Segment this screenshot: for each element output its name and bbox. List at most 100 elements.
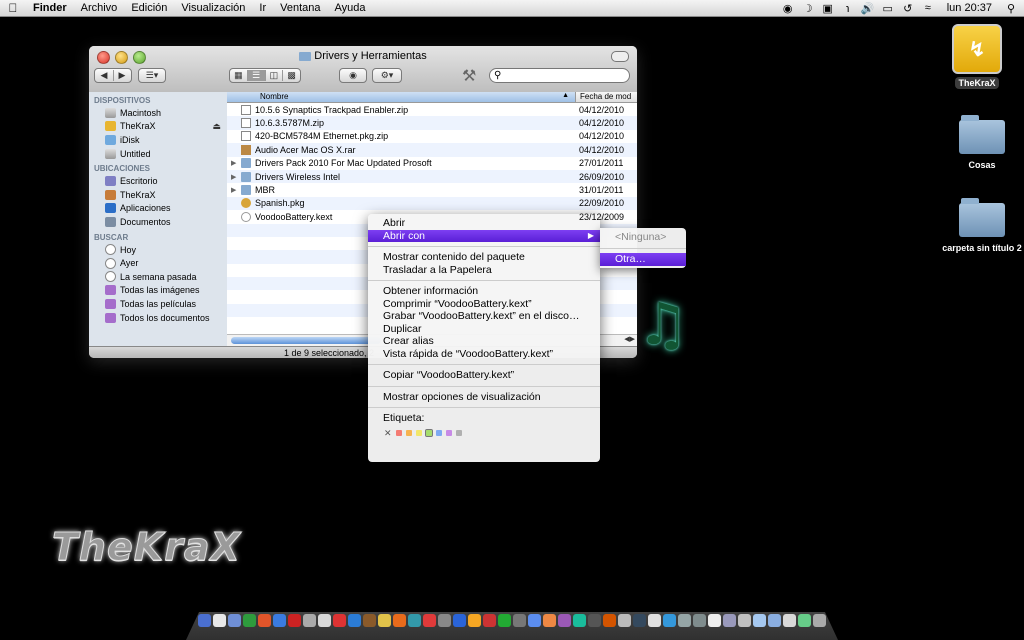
label-color-swatch[interactable] bbox=[446, 430, 452, 436]
dock-app-icon[interactable] bbox=[783, 614, 796, 627]
sidebar-item[interactable]: Untitled bbox=[89, 147, 227, 161]
dock-app-icon[interactable] bbox=[288, 614, 301, 627]
dock-app-icon[interactable] bbox=[273, 614, 286, 627]
context-menu-item[interactable]: Vista rápida de “VoodooBattery.kext” bbox=[368, 348, 600, 361]
dock-app-icon[interactable] bbox=[303, 614, 316, 627]
dock-app-icon[interactable] bbox=[573, 614, 586, 627]
dock-app-icon[interactable] bbox=[498, 614, 511, 627]
dock-app-icon[interactable] bbox=[228, 614, 241, 627]
dock-app-icon[interactable] bbox=[198, 614, 211, 627]
sidebar-item[interactable]: TheKraX bbox=[89, 188, 227, 202]
keyboard-icon[interactable]: ▣ bbox=[821, 2, 835, 15]
dock-app-icon[interactable] bbox=[483, 614, 496, 627]
dock-app-icon[interactable] bbox=[588, 614, 601, 627]
dock-app-icon[interactable] bbox=[258, 614, 271, 627]
volume-icon[interactable]: 🔊 bbox=[861, 2, 875, 15]
dock-app-icon[interactable] bbox=[813, 614, 826, 627]
label-color-swatch[interactable] bbox=[396, 430, 402, 436]
time-machine-icon[interactable]: ↺ bbox=[901, 2, 915, 15]
file-row[interactable]: 10.6.3.5787M.zip 04/12/2010 bbox=[227, 116, 637, 130]
clock[interactable]: lun 20:37 bbox=[941, 2, 998, 14]
dock-app-icon[interactable] bbox=[378, 614, 391, 627]
file-row[interactable]: Spanish.pkg 22/09/2010 bbox=[227, 196, 637, 211]
label-color-swatch[interactable] bbox=[436, 430, 442, 436]
context-menu-item[interactable]: Comprimir “VoodooBattery.kext” bbox=[368, 298, 600, 311]
context-menu-item[interactable]: Duplicar bbox=[368, 323, 600, 336]
remove-label-icon[interactable]: ✕ bbox=[384, 428, 392, 439]
dock-app-icon[interactable] bbox=[318, 614, 331, 627]
dock-app-icon[interactable] bbox=[513, 614, 526, 627]
battery-icon[interactable]: ▭ bbox=[881, 2, 895, 15]
dock-app-icon[interactable] bbox=[408, 614, 421, 627]
desktop-folder-untitled[interactable]: carpeta sin título 2 bbox=[942, 198, 1022, 253]
menu-edicion[interactable]: Edición bbox=[124, 2, 174, 14]
label-color-swatch[interactable] bbox=[425, 429, 433, 437]
menu-finder[interactable]: Finder bbox=[26, 2, 74, 14]
dock-app-icon[interactable] bbox=[423, 614, 436, 627]
sidebar-section-heading[interactable]: DISPOSITIVOS bbox=[89, 92, 227, 106]
column-header-name[interactable]: Nombre ▲ bbox=[227, 92, 575, 102]
moon-icon[interactable]: ☽ bbox=[801, 2, 815, 15]
sidebar-item[interactable]: Hoy bbox=[89, 243, 227, 257]
sidebar-item[interactable]: Documentos bbox=[89, 215, 227, 229]
scroll-thumb[interactable] bbox=[231, 337, 381, 344]
dock-app-icon[interactable] bbox=[453, 614, 466, 627]
back-button[interactable]: ◀ bbox=[96, 70, 113, 81]
dock-app-icon[interactable] bbox=[693, 614, 706, 627]
sidebar-item[interactable]: iDisk bbox=[89, 133, 227, 147]
sidebar-item[interactable]: Todas las imágenes bbox=[89, 284, 227, 298]
sidebar-item[interactable]: Todas las películas bbox=[89, 297, 227, 311]
submenu-other-item[interactable]: Otra… bbox=[600, 253, 686, 266]
dock-app-icon[interactable] bbox=[543, 614, 556, 627]
tools-icon[interactable]: ⚒ bbox=[462, 66, 476, 86]
wifi-icon[interactable]: ≈ bbox=[921, 2, 935, 14]
dock-app-icon[interactable] bbox=[798, 614, 811, 627]
dock-app-icon[interactable] bbox=[603, 614, 616, 627]
sidebar-item[interactable]: Macintosh bbox=[89, 106, 227, 120]
quick-look-button[interactable]: ◉ bbox=[339, 68, 367, 83]
icon-view-button[interactable]: ▦ bbox=[230, 70, 247, 81]
dock-app-icon[interactable] bbox=[243, 614, 256, 627]
coverflow-view-button[interactable]: ▩ bbox=[282, 70, 300, 81]
menu-archivo[interactable]: Archivo bbox=[74, 2, 125, 14]
disclosure-triangle-icon[interactable]: ▶ bbox=[231, 159, 241, 167]
dock-app-icon[interactable] bbox=[678, 614, 691, 627]
dock-app-icon[interactable] bbox=[363, 614, 376, 627]
dock-app-icon[interactable] bbox=[468, 614, 481, 627]
sidebar-item[interactable]: Aplicaciones bbox=[89, 202, 227, 216]
disclosure-triangle-icon[interactable]: ▶ bbox=[231, 173, 241, 181]
menu-visualizacion[interactable]: Visualización bbox=[174, 2, 252, 14]
apple-menu-icon[interactable]:  bbox=[0, 1, 26, 15]
file-row[interactable]: Audio Acer Mac OS X.rar 04/12/2010 bbox=[227, 143, 637, 157]
sidebar-section-heading[interactable]: UBICACIONES bbox=[89, 160, 227, 174]
dock-app-icon[interactable] bbox=[663, 614, 676, 627]
action-menu-button[interactable]: ⚙▾ bbox=[372, 68, 402, 83]
sidebar-item[interactable]: Ayer bbox=[89, 256, 227, 270]
dock-app-icon[interactable] bbox=[723, 614, 736, 627]
dock-app-icon[interactable] bbox=[633, 614, 646, 627]
context-menu-item[interactable]: Mostrar opciones de visualización bbox=[368, 391, 600, 404]
context-menu-item[interactable]: Mostrar contenido del paquete bbox=[368, 251, 600, 264]
toolbar-toggle-button[interactable] bbox=[611, 51, 629, 62]
dock-app-icon[interactable] bbox=[753, 614, 766, 627]
dock-app-icon[interactable] bbox=[618, 614, 631, 627]
context-menu-item[interactable]: Trasladar a la Papelera bbox=[368, 264, 600, 277]
drive-desktop-icon[interactable]: ↯ TheKraX bbox=[937, 24, 1017, 89]
file-row[interactable]: ▶ MBR 31/01/2011 bbox=[227, 183, 637, 196]
dock-app-icon[interactable] bbox=[558, 614, 571, 627]
dock-app-icon[interactable] bbox=[393, 614, 406, 627]
disclosure-triangle-icon[interactable]: ▶ bbox=[231, 186, 241, 194]
dock-app-icon[interactable] bbox=[768, 614, 781, 627]
dock-app-icon[interactable] bbox=[438, 614, 451, 627]
dock-app-icon[interactable] bbox=[648, 614, 661, 627]
sidebar-item[interactable]: Todos los documentos bbox=[89, 311, 227, 325]
file-row[interactable]: VoodooBattery.kext 23/12/2009 bbox=[227, 210, 637, 223]
scroll-arrows[interactable]: ◀▶ bbox=[624, 335, 635, 343]
dock-app-icon[interactable] bbox=[333, 614, 346, 627]
globe-icon[interactable]: ◉ bbox=[781, 2, 795, 15]
file-row[interactable]: 420-BCM5784M Ethernet.pkg.zip 04/12/2010 bbox=[227, 130, 637, 143]
menu-ir[interactable]: Ir bbox=[252, 2, 273, 14]
eject-icon[interactable]: ⏏ bbox=[212, 121, 221, 132]
context-menu-item[interactable]: Grabar “VoodooBattery.kext” en el disco… bbox=[368, 310, 600, 323]
dock-app-icon[interactable] bbox=[708, 614, 721, 627]
